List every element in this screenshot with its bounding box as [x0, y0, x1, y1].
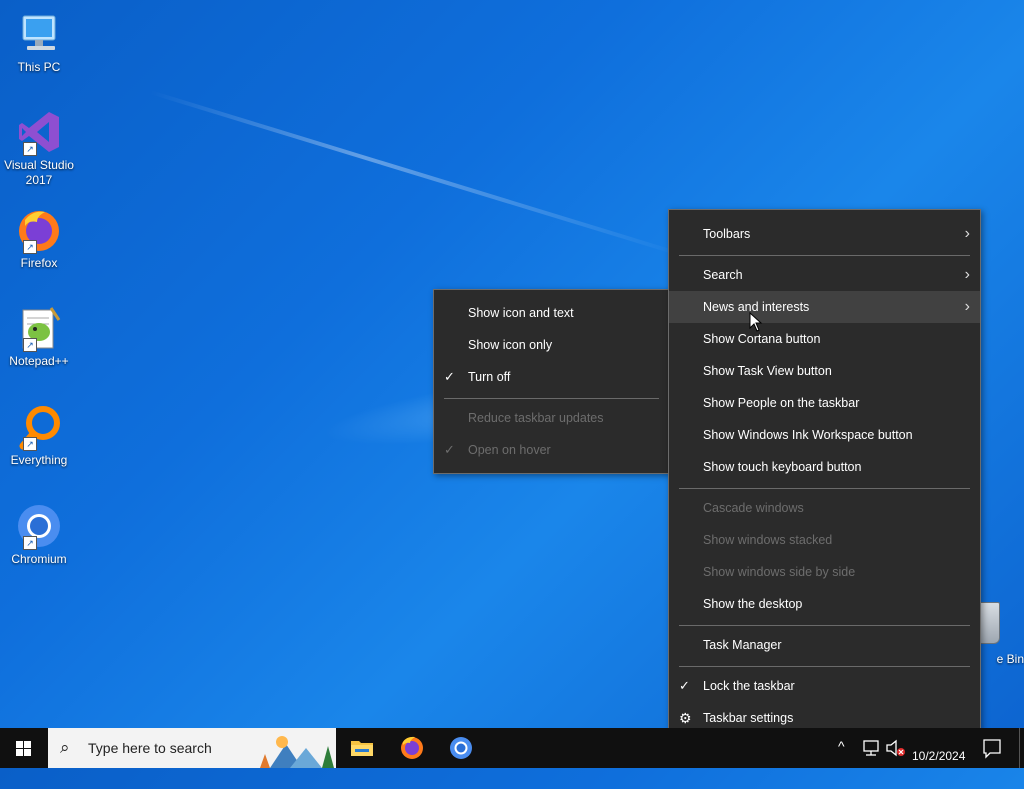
shortcut-arrow-icon: ↗: [23, 142, 37, 156]
menu-separator: [679, 666, 970, 667]
start-button[interactable]: [0, 728, 48, 768]
menu-item-show-windows-stacked: Show windows stacked: [703, 533, 833, 547]
firefox-icon: ↗: [15, 206, 63, 254]
menu-item-show-the-desktop[interactable]: Show the desktop: [669, 588, 980, 620]
search-highlight-illustration: [256, 728, 336, 768]
menu-item-task-manager[interactable]: Task Manager: [669, 629, 980, 661]
menu-item-show-task-view-button[interactable]: Show Task View button: [669, 355, 980, 387]
check-icon: ✓: [444, 442, 455, 457]
network-icon[interactable]: [860, 728, 882, 768]
desktop-icon-notepad-plus-plus[interactable]: ↗ Notepad++: [4, 298, 74, 369]
chromium-icon: ↗: [15, 502, 63, 550]
menu-item-show-cortana-button[interactable]: Show Cortana button: [669, 323, 980, 355]
desktop-icon-label: Notepad++: [9, 354, 69, 368]
show-hidden-icons-button[interactable]: ^: [838, 738, 845, 778]
menu-separator: [679, 488, 970, 489]
chevron-right-icon: ›: [964, 266, 970, 283]
taskbar-date[interactable]: 10/2/2024: [912, 749, 965, 789]
taskbar-file-explorer[interactable]: [342, 732, 382, 764]
search-placeholder: Type here to search: [88, 740, 212, 756]
taskbar[interactable]: ⌕ Type here to search ^ 10/2/2024: [0, 728, 1024, 768]
everything-search-icon: ↗: [15, 403, 63, 451]
desktop-icon-this-pc[interactable]: This PC: [4, 4, 74, 75]
taskbar-context-menu: Toolbars › Search › News and interests › Sh…: [668, 209, 981, 743]
taskbar-search-box[interactable]: ⌕ Type here to search: [48, 728, 336, 768]
volume-muted-icon[interactable]: [884, 728, 908, 768]
menu-item-cascade-windows: Cascade windows: [703, 501, 804, 515]
wallpaper-light-ray: [149, 90, 687, 258]
desktop-icon-label: Visual Studio 2017: [4, 158, 74, 187]
menu-item-show-people[interactable]: Show People on the taskbar: [669, 387, 980, 419]
shortcut-arrow-icon: ↗: [23, 437, 37, 451]
menu-separator: [679, 255, 970, 256]
menu-item-lock-the-taskbar[interactable]: ✓ Lock the taskbar: [669, 670, 980, 702]
folder-icon: [351, 741, 373, 756]
windows-logo-icon: [16, 741, 32, 757]
chevron-right-icon: ›: [964, 298, 970, 315]
menu-item-open-on-hover: ✓ Open on hover: [434, 434, 669, 466]
notepad-plus-plus-icon: ↗: [15, 304, 63, 352]
shortcut-arrow-icon: ↗: [23, 536, 37, 550]
taskbar-chromium[interactable]: [441, 732, 481, 764]
mouse-cursor-icon: [749, 312, 763, 332]
menu-item-show-ink-workspace[interactable]: Show Windows Ink Workspace button: [669, 419, 980, 451]
menu-item-show-windows-side-by-side: Show windows side by side: [703, 565, 856, 579]
check-icon: ✓: [679, 678, 690, 693]
shortcut-arrow-icon: ↗: [23, 240, 37, 254]
desktop-icon-label: This PC: [17, 60, 61, 74]
news-and-interests-submenu: Show icon and text Show icon only ✓ Turn …: [433, 289, 670, 474]
menu-item-show-touch-keyboard[interactable]: Show touch keyboard button: [669, 451, 980, 483]
taskbar-firefox[interactable]: [392, 732, 432, 764]
menu-separator: [444, 398, 659, 399]
search-icon: ⌕: [60, 738, 70, 757]
menu-separator: [679, 625, 970, 626]
check-icon: ✓: [444, 369, 455, 384]
desktop-icon-label: Chromium: [11, 552, 67, 566]
desktop-icon-label: Firefox: [20, 256, 58, 270]
shortcut-arrow-icon: ↗: [23, 338, 37, 352]
computer-icon: [15, 10, 63, 58]
desktop-icon-firefox[interactable]: ↗ Firefox: [4, 200, 74, 271]
visual-studio-icon: ↗: [15, 108, 63, 156]
menu-item-show-icon-and-text[interactable]: Show icon and text: [434, 297, 669, 329]
desktop-icon-chromium[interactable]: ↗ Chromium: [4, 496, 74, 567]
show-desktop-button[interactable]: [1019, 728, 1020, 768]
menu-item-show-icon-only[interactable]: Show icon only: [434, 329, 669, 361]
firefox-icon: [401, 736, 423, 759]
menu-item-turn-off[interactable]: ✓ Turn off: [434, 361, 669, 393]
menu-item-toolbars[interactable]: Toolbars ›: [669, 218, 980, 250]
desktop-icon-everything[interactable]: ↗ Everything: [4, 397, 74, 468]
menu-item-news-and-interests[interactable]: News and interests ›: [669, 291, 980, 323]
menu-item-reduce-taskbar-updates: Reduce taskbar updates: [468, 411, 604, 425]
chevron-right-icon: ›: [964, 225, 970, 242]
chromium-icon: [450, 737, 472, 759]
action-center-icon[interactable]: [982, 728, 1002, 768]
desktop-icon-label: Everything: [10, 453, 68, 467]
desktop-icon-visual-studio[interactable]: ↗ Visual Studio 2017: [4, 102, 74, 188]
menu-item-search[interactable]: Search ›: [669, 259, 980, 291]
